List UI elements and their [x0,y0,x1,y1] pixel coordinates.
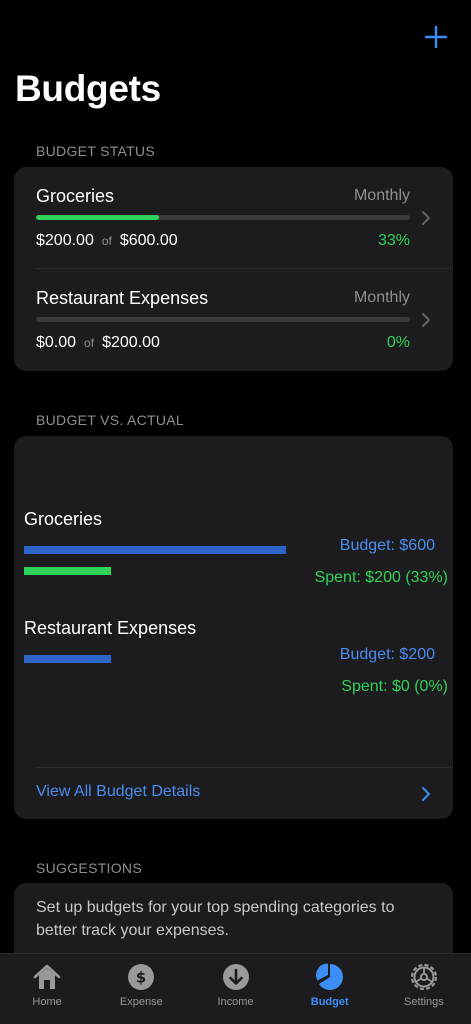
budget-status-row-restaurant[interactable]: Restaurant Expenses Monthly $0.00 of $20… [14,269,453,371]
tab-home[interactable]: Home [0,954,94,1024]
view-all-label: View All Budget Details [36,783,201,800]
of-label: of [101,234,112,248]
budget-amount: $200.00 [102,334,160,351]
budget-bar [24,546,286,554]
progress-fill [36,215,160,220]
dollar-circle-icon: $ [126,962,156,992]
plus-icon [424,25,448,49]
card-divider [36,767,453,768]
tab-label: Income [217,996,254,1008]
tab-label: Expense [119,996,163,1008]
of-label: of [84,336,95,350]
budget-name: Restaurant Expenses [36,288,209,308]
gear-icon [409,962,439,992]
budget-status-card: Groceries Monthly $200.00 of $600.00 33%… [14,167,453,371]
chevron-right-icon [421,210,431,226]
tab-income[interactable]: Income [188,954,282,1024]
tab-budget[interactable]: Budget [283,954,377,1024]
view-all-budget-details-button[interactable]: View All Budget Details [14,769,453,819]
page-title: Budgets [15,68,161,109]
budget-name: Groceries [36,186,115,206]
spent-amount: $200.00 [36,232,94,249]
budget-label: Budget: $200 [339,646,435,663]
budget-bar [24,655,112,663]
suggestions-card: Set up budgets for your top spending cat… [14,883,453,963]
budget-label: Budget: $600 [339,537,435,554]
tab-label: Home [32,996,62,1008]
pie-chart-icon [315,962,345,992]
bva-category-name: Restaurant Expenses [24,618,197,638]
svg-text:$: $ [136,969,146,987]
bva-category-name: Groceries [24,509,103,529]
suggestion-text: Set up budgets for your top spending cat… [36,899,395,939]
tab-settings[interactable]: Settings [377,954,471,1024]
budget-period: Monthly [353,187,410,204]
suggestions-header: SUGGESTIONS [36,860,142,876]
tab-label: Settings [404,996,444,1008]
home-icon [32,962,62,992]
budget-percent: 33% [377,232,410,249]
budget-vs-actual-card: Groceries Budget: $600 Spent: $200 (33%)… [14,436,453,819]
budget-amount: $600.00 [119,232,178,249]
arrow-down-circle-icon [221,962,251,992]
add-budget-button[interactable] [421,22,451,52]
tab-bar: Home $ Expense Income Budget Settings [0,953,471,1024]
spent-label: Spent: $0 (0%) [341,678,448,695]
tab-label: Budget [310,996,349,1008]
budget-status-header: BUDGET STATUS [36,143,156,159]
chevron-right-icon [421,312,431,328]
budget-percent: 0% [386,334,410,351]
spent-label: Spent: $200 (33%) [314,569,448,586]
progress-bar [36,317,410,322]
budget-vs-actual-header: BUDGET VS. ACTUAL [36,412,184,428]
tab-expense[interactable]: $ Expense [94,954,188,1024]
budget-amounts: $0.00 of $200.00 [36,334,160,352]
budget-amounts: $200.00 of $600.00 [36,232,178,250]
budget-period: Monthly [353,289,410,306]
budget-status-row-groceries[interactable]: Groceries Monthly $200.00 of $600.00 33% [14,167,453,269]
spent-amount: $0.00 [36,334,77,351]
spent-bar [24,567,112,575]
progress-bar [36,215,410,220]
chevron-right-icon [421,786,431,802]
